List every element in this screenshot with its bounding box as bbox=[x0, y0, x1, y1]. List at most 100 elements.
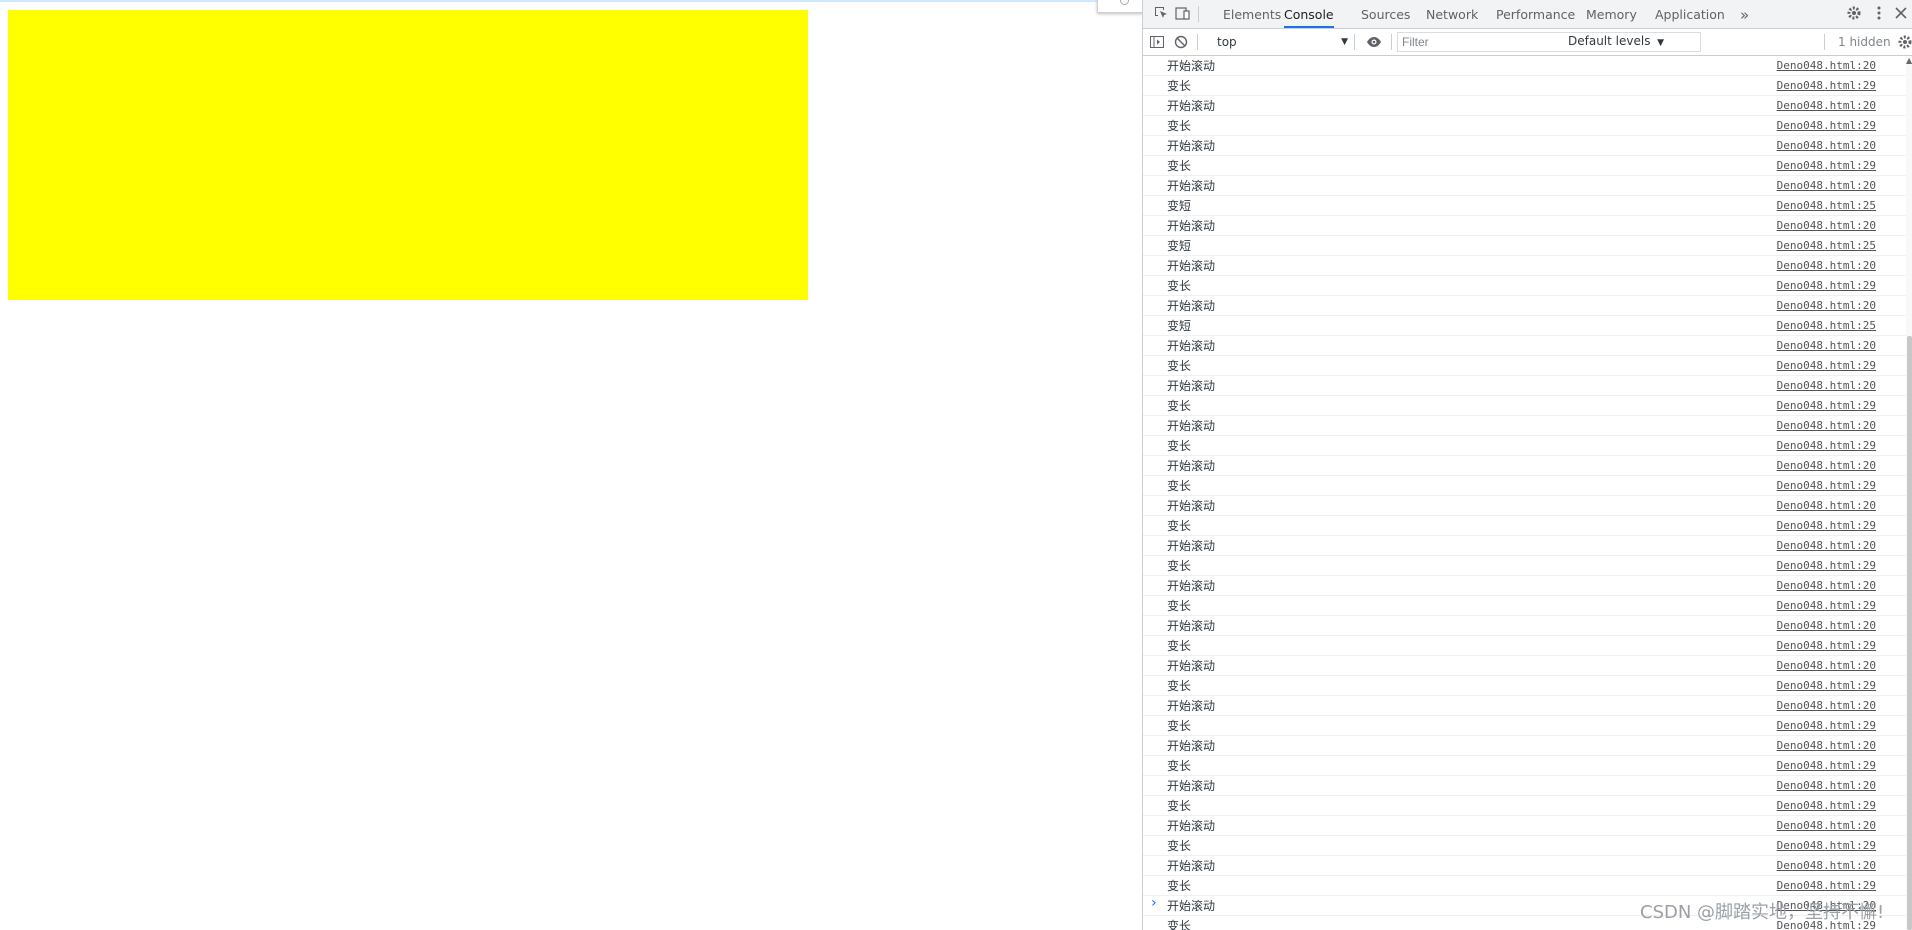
console-row: 变长 Deno048.html:29 bbox=[1143, 156, 1906, 176]
console-row: 开始滚动 Deno048.html:20 bbox=[1143, 136, 1906, 156]
console-scrollbar[interactable]: ▲ bbox=[1906, 56, 1912, 930]
source-link[interactable]: Deno048.html:25 bbox=[1777, 236, 1876, 256]
console-row: 开始滚动 Deno048.html:20 bbox=[1143, 456, 1906, 476]
source-link[interactable]: Deno048.html:29 bbox=[1777, 796, 1876, 816]
console-prompt[interactable]: › bbox=[1151, 895, 1157, 911]
more-tabs-button[interactable]: » bbox=[1740, 0, 1749, 28]
source-link[interactable]: Deno048.html:20 bbox=[1777, 256, 1876, 276]
source-link[interactable]: Deno048.html:29 bbox=[1777, 396, 1876, 416]
toolbar-separator bbox=[1354, 34, 1355, 50]
source-link[interactable]: Deno048.html:29 bbox=[1777, 116, 1876, 136]
source-link[interactable]: Deno048.html:20 bbox=[1777, 496, 1876, 516]
source-link[interactable]: Deno048.html:29 bbox=[1777, 716, 1876, 736]
console-row: 开始滚动 Deno048.html:20 bbox=[1143, 496, 1906, 516]
console-message-text: 变长 bbox=[1167, 79, 1192, 93]
console-message-text: 开始滚动 bbox=[1167, 619, 1216, 633]
tab-performance[interactable]: Performance bbox=[1496, 0, 1575, 28]
console-row: 开始滚动 Deno048.html:20 bbox=[1143, 656, 1906, 676]
console-row: 变长 Deno048.html:29 bbox=[1143, 116, 1906, 136]
source-link[interactable]: Deno048.html:20 bbox=[1777, 336, 1876, 356]
source-link[interactable]: Deno048.html:20 bbox=[1777, 856, 1876, 876]
tab-network[interactable]: Network bbox=[1426, 0, 1478, 28]
console-row: 开始滚动 Deno048.html:20 bbox=[1143, 576, 1906, 596]
console-toolbar: top ▼ Default levels ▼ 1 hidden bbox=[1143, 29, 1912, 56]
source-link[interactable]: Deno048.html:20 bbox=[1777, 616, 1876, 636]
log-levels-dropdown[interactable]: Default levels ▼ bbox=[1568, 34, 1664, 48]
console-row: 变长 Deno048.html:29 bbox=[1143, 836, 1906, 856]
source-link[interactable]: Deno048.html:20 bbox=[1777, 176, 1876, 196]
source-link[interactable]: Deno048.html:20 bbox=[1777, 656, 1876, 676]
scroll-up-arrow-icon[interactable]: ▲ bbox=[1906, 56, 1912, 65]
show-sidebar-icon[interactable] bbox=[1149, 34, 1165, 50]
tab-application[interactable]: Application bbox=[1655, 0, 1725, 28]
source-link[interactable]: Deno048.html:29 bbox=[1777, 556, 1876, 576]
tab-console[interactable]: Console bbox=[1284, 0, 1334, 28]
source-link[interactable]: Deno048.html:29 bbox=[1777, 876, 1876, 896]
console-message-text: 开始滚动 bbox=[1167, 299, 1216, 313]
source-link[interactable]: Deno048.html:29 bbox=[1777, 76, 1876, 96]
source-link[interactable]: Deno048.html:29 bbox=[1777, 356, 1876, 376]
source-link[interactable]: Deno048.html:20 bbox=[1777, 536, 1876, 556]
source-link[interactable]: Deno048.html:20 bbox=[1777, 736, 1876, 756]
console-message-text: 开始滚动 bbox=[1167, 579, 1216, 593]
source-link[interactable]: Deno048.html:20 bbox=[1777, 456, 1876, 476]
context-selector[interactable]: top ▼ bbox=[1214, 33, 1352, 51]
console-row: 变长 Deno048.html:29 bbox=[1143, 796, 1906, 816]
console-row: 开始滚动 Deno048.html:20 bbox=[1143, 416, 1906, 436]
page-top-border bbox=[0, 0, 1142, 2]
console-message-text: 开始滚动 bbox=[1167, 379, 1216, 393]
source-link[interactable]: Deno048.html:29 bbox=[1777, 836, 1876, 856]
console-row: 开始滚动 Deno048.html:20 bbox=[1143, 696, 1906, 716]
source-link[interactable]: Deno048.html:29 bbox=[1777, 476, 1876, 496]
scroll-thumb[interactable] bbox=[1907, 336, 1912, 930]
source-link[interactable]: Deno048.html:20 bbox=[1777, 216, 1876, 236]
console-message-text: 开始滚动 bbox=[1167, 539, 1216, 553]
source-link[interactable]: Deno048.html:20 bbox=[1777, 136, 1876, 156]
clear-console-icon[interactable] bbox=[1173, 34, 1189, 50]
console-message-text: 开始滚动 bbox=[1167, 459, 1216, 473]
source-link[interactable]: Deno048.html:20 bbox=[1777, 296, 1876, 316]
console-row: 开始滚动 Deno048.html:20 bbox=[1143, 856, 1906, 876]
console-row: 开始滚动 Deno048.html:20 bbox=[1143, 56, 1906, 76]
console-row: 变长 Deno048.html:29 bbox=[1143, 276, 1906, 296]
console-row: 开始滚动 Deno048.html:20 bbox=[1143, 176, 1906, 196]
source-link[interactable]: Deno048.html:29 bbox=[1777, 436, 1876, 456]
source-link[interactable]: Deno048.html:25 bbox=[1777, 316, 1876, 336]
source-link[interactable]: Deno048.html:29 bbox=[1777, 276, 1876, 296]
source-link[interactable]: Deno048.html:29 bbox=[1777, 156, 1876, 176]
source-link[interactable]: Deno048.html:20 bbox=[1777, 96, 1876, 116]
source-link[interactable]: Deno048.html:20 bbox=[1777, 56, 1876, 76]
chevron-down-icon: ▼ bbox=[1341, 37, 1348, 47]
console-message-text: 变长 bbox=[1167, 119, 1192, 133]
console-settings-gear-icon[interactable] bbox=[1897, 34, 1912, 50]
source-link[interactable]: Deno048.html:29 bbox=[1777, 676, 1876, 696]
toolbar-separator bbox=[1824, 34, 1825, 50]
inspect-element-icon[interactable] bbox=[1153, 5, 1169, 21]
tab-elements[interactable]: Elements bbox=[1223, 0, 1281, 28]
source-link[interactable]: Deno048.html:20 bbox=[1777, 776, 1876, 796]
source-link[interactable]: Deno048.html:29 bbox=[1777, 636, 1876, 656]
tab-memory[interactable]: Memory bbox=[1586, 0, 1637, 28]
inspected-page bbox=[0, 0, 1142, 930]
more-options-icon[interactable] bbox=[1871, 5, 1887, 21]
source-link[interactable]: Deno048.html:20 bbox=[1777, 576, 1876, 596]
close-devtools-icon[interactable] bbox=[1893, 5, 1909, 21]
source-link[interactable]: Deno048.html:20 bbox=[1777, 816, 1876, 836]
settings-gear-icon[interactable] bbox=[1846, 5, 1862, 21]
source-link[interactable]: Deno048.html:29 bbox=[1777, 596, 1876, 616]
source-link[interactable]: Deno048.html:25 bbox=[1777, 196, 1876, 216]
console-row: 开始滚动 Deno048.html:20 bbox=[1143, 736, 1906, 756]
device-toolbar-icon[interactable] bbox=[1175, 5, 1191, 21]
tab-sources[interactable]: Sources bbox=[1361, 0, 1410, 28]
console-message-text: 变短 bbox=[1167, 239, 1192, 253]
live-expression-eye-icon[interactable] bbox=[1366, 34, 1382, 50]
console-message-text: 变短 bbox=[1167, 319, 1192, 333]
source-link[interactable]: Deno048.html:20 bbox=[1777, 376, 1876, 396]
source-link[interactable]: Deno048.html:29 bbox=[1777, 756, 1876, 776]
console-message-text: 开始滚动 bbox=[1167, 499, 1216, 513]
source-link[interactable]: Deno048.html:20 bbox=[1777, 696, 1876, 716]
console-row: 变长 Deno048.html:29 bbox=[1143, 436, 1906, 456]
source-link[interactable]: Deno048.html:29 bbox=[1777, 516, 1876, 536]
console-message-text: 变长 bbox=[1167, 679, 1192, 693]
source-link[interactable]: Deno048.html:20 bbox=[1777, 416, 1876, 436]
